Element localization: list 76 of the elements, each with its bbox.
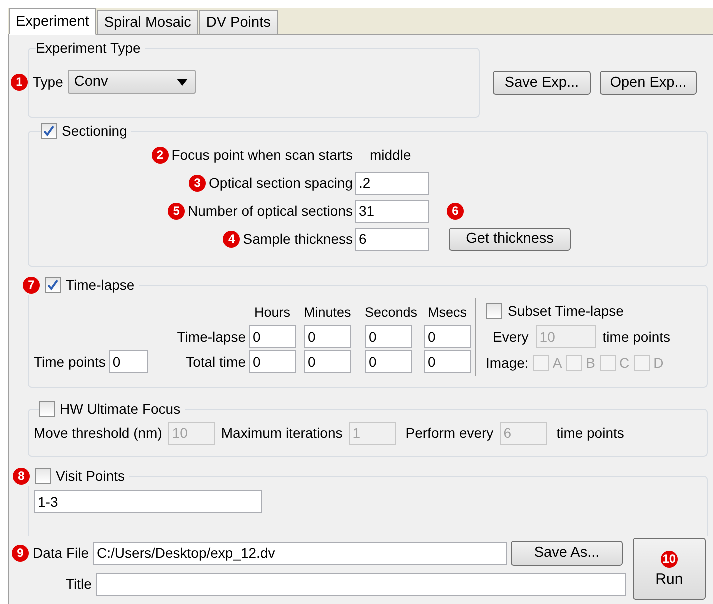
- field-label: Title: [66, 576, 92, 592]
- input-field[interactable]: 0: [365, 325, 412, 348]
- field-label: Image:: [486, 354, 529, 370]
- input-field[interactable]: 6: [355, 228, 429, 250]
- field-label: Number of optical sections: [188, 203, 353, 219]
- column-header: Seconds: [365, 304, 418, 320]
- field-label: Every: [493, 328, 529, 344]
- field-label: Move threshold (nm): [34, 425, 162, 441]
- field-label: Sample thickness: [243, 231, 353, 247]
- button[interactable]: Open Exp...: [600, 71, 697, 95]
- type-dropdown[interactable]: Conv: [68, 70, 196, 94]
- checkbox[interactable]: [45, 277, 61, 293]
- checkbox-label: C: [620, 354, 630, 370]
- input-field[interactable]: C:/Users/Desktop/exp_12.dv: [93, 542, 508, 564]
- checkbox[interactable]: [41, 123, 57, 139]
- input-field[interactable]: .2: [355, 172, 429, 194]
- button[interactable]: Save As...: [511, 540, 624, 566]
- input-field[interactable]: 0: [304, 325, 351, 348]
- field-label: Maximum iterations: [221, 425, 343, 441]
- input-field[interactable]: 0: [424, 325, 471, 348]
- field-value: middle: [370, 147, 412, 163]
- input-field[interactable]: 0: [249, 325, 296, 348]
- checkbox[interactable]: [39, 401, 55, 417]
- input-field[interactable]: 31: [355, 200, 429, 222]
- input-field[interactable]: 0: [365, 350, 412, 373]
- input-field[interactable]: 0: [108, 350, 148, 373]
- number-badge: 6: [447, 202, 464, 220]
- column-header: Hours: [253, 304, 292, 320]
- field-label: time points: [556, 425, 624, 441]
- checkbox[interactable]: [566, 354, 582, 370]
- input-field[interactable]: 0: [304, 350, 351, 373]
- number-badge: 1: [11, 74, 28, 90]
- input-field[interactable]: [96, 572, 626, 596]
- number-badge: 3: [189, 174, 206, 192]
- column-header: Minutes: [304, 304, 352, 320]
- checkbox-label: A: [552, 354, 562, 370]
- input-field[interactable]: 0: [249, 350, 296, 373]
- input-field[interactable]: 1-3: [34, 490, 262, 513]
- field-label: Optical section spacing: [209, 175, 353, 191]
- tab[interactable]: Experiment: [9, 8, 96, 35]
- checkbox-label: B: [586, 354, 596, 370]
- field-label: Focus point when scan starts: [172, 147, 353, 163]
- number-badge: 4: [223, 230, 240, 248]
- checkbox[interactable]: [634, 354, 650, 370]
- caret-icon: [177, 78, 188, 86]
- checkbox[interactable]: [35, 468, 51, 484]
- column-header: Msecs: [426, 304, 468, 320]
- number-badge: 5: [168, 202, 186, 220]
- button[interactable]: Save Exp...: [493, 71, 591, 95]
- number-badge: 7: [23, 276, 40, 294]
- tab[interactable]: DV Points: [199, 10, 278, 34]
- checkbox-label: Time-lapse: [66, 277, 135, 293]
- input-field[interactable]: 0: [424, 350, 471, 373]
- field-label: Type: [33, 74, 64, 90]
- checkbox-label: HW Ultimate Focus: [60, 401, 181, 417]
- checkbox[interactable]: [532, 354, 549, 370]
- checkbox-label: Subset Time-lapse: [508, 303, 624, 319]
- field-label: Perform every: [406, 425, 494, 441]
- checkbox[interactable]: [486, 303, 502, 319]
- checkbox-label: D: [654, 354, 664, 370]
- field-label: Time points: [34, 354, 106, 370]
- group-title: Experiment Type: [36, 40, 141, 56]
- run-button[interactable]: 10 Run: [632, 538, 706, 600]
- checkbox-label: Sectioning: [62, 123, 128, 139]
- field-label: time points: [602, 328, 670, 344]
- field-label: Total time: [186, 354, 246, 370]
- field-label: Time-lapse: [177, 328, 246, 344]
- button[interactable]: Get thickness: [449, 228, 571, 250]
- number-badge: 10: [660, 550, 678, 568]
- number-badge: 2: [152, 146, 169, 164]
- field-label: Data File: [33, 545, 90, 561]
- checkbox[interactable]: [600, 354, 616, 370]
- number-badge: 8: [13, 468, 30, 484]
- checkbox-label: Visit Points: [56, 468, 125, 484]
- tab[interactable]: Spiral Mosaic: [97, 10, 198, 34]
- number-badge: 9: [12, 544, 29, 562]
